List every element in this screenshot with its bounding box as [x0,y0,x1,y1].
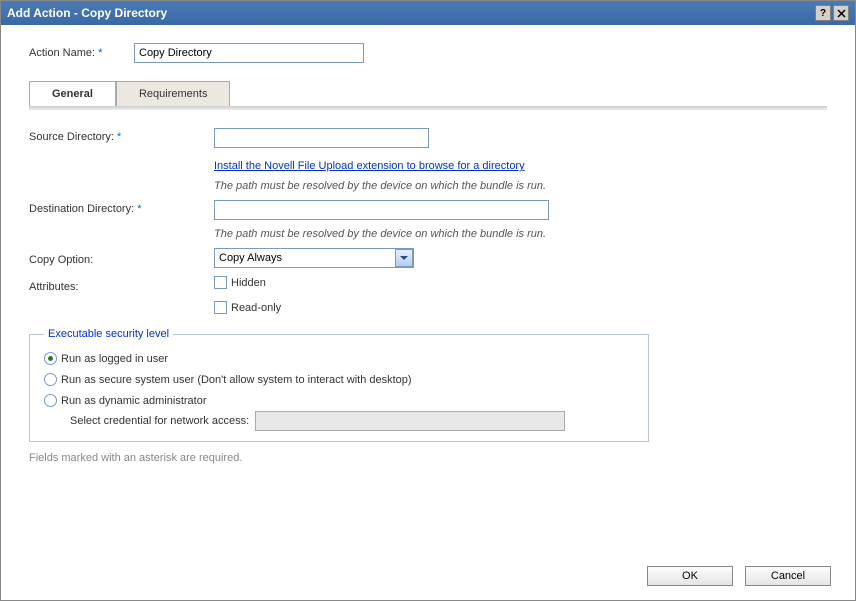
cancel-button[interactable]: Cancel [745,566,831,586]
close-button[interactable] [833,5,849,21]
radio-logged-in-user[interactable] [44,352,57,365]
radio-dynamic-administrator[interactable] [44,394,57,407]
action-name-label: Action Name: * [29,47,134,59]
tab-requirements[interactable]: Requirements [116,81,230,106]
tabs: General Requirements [29,81,827,106]
readonly-checkbox-label: Read-only [231,302,281,314]
ok-button[interactable]: OK [647,566,733,586]
radio-secure-system-user[interactable] [44,373,57,386]
help-button[interactable]: ? [815,5,831,21]
source-path-hint: The path must be resolved by the device … [214,180,827,192]
credential-input [255,411,565,431]
action-name-input[interactable] [134,43,364,63]
attributes-label: Attributes: [29,278,214,293]
dest-path-hint: The path must be resolved by the device … [214,228,827,240]
radio-secure-system-user-label: Run as secure system user (Don't allow s… [61,374,412,386]
hidden-checkbox-label: Hidden [231,277,266,289]
chevron-down-icon[interactable] [395,249,413,267]
required-fields-note: Fields marked with an asterisk are requi… [29,452,827,464]
install-extension-link[interactable]: Install the Novell File Upload extension… [214,160,525,172]
source-directory-label: Source Directory: * [29,128,214,143]
dialog-title: Add Action - Copy Directory [7,6,167,20]
titlebar-buttons: ? [815,5,849,21]
executable-security-fieldset: Executable security level Run as logged … [29,328,649,442]
executable-security-legend: Executable security level [44,328,173,340]
copy-option-value[interactable] [214,248,414,268]
copy-option-label: Copy Option: [29,251,214,266]
hidden-checkbox[interactable] [214,276,227,289]
tab-general[interactable]: General [29,81,116,106]
copy-option-select[interactable] [214,248,414,268]
radio-logged-in-user-label: Run as logged in user [61,353,168,365]
credential-label: Select credential for network access: [70,415,249,427]
readonly-checkbox[interactable] [214,301,227,314]
destination-directory-input[interactable] [214,200,549,220]
source-directory-input[interactable] [214,128,429,148]
titlebar: Add Action - Copy Directory ? [1,1,855,25]
dialog-window: Add Action - Copy Directory ? Action Nam… [0,0,856,601]
radio-dynamic-administrator-label: Run as dynamic administrator [61,395,207,407]
destination-directory-label: Destination Directory: * [29,200,214,215]
